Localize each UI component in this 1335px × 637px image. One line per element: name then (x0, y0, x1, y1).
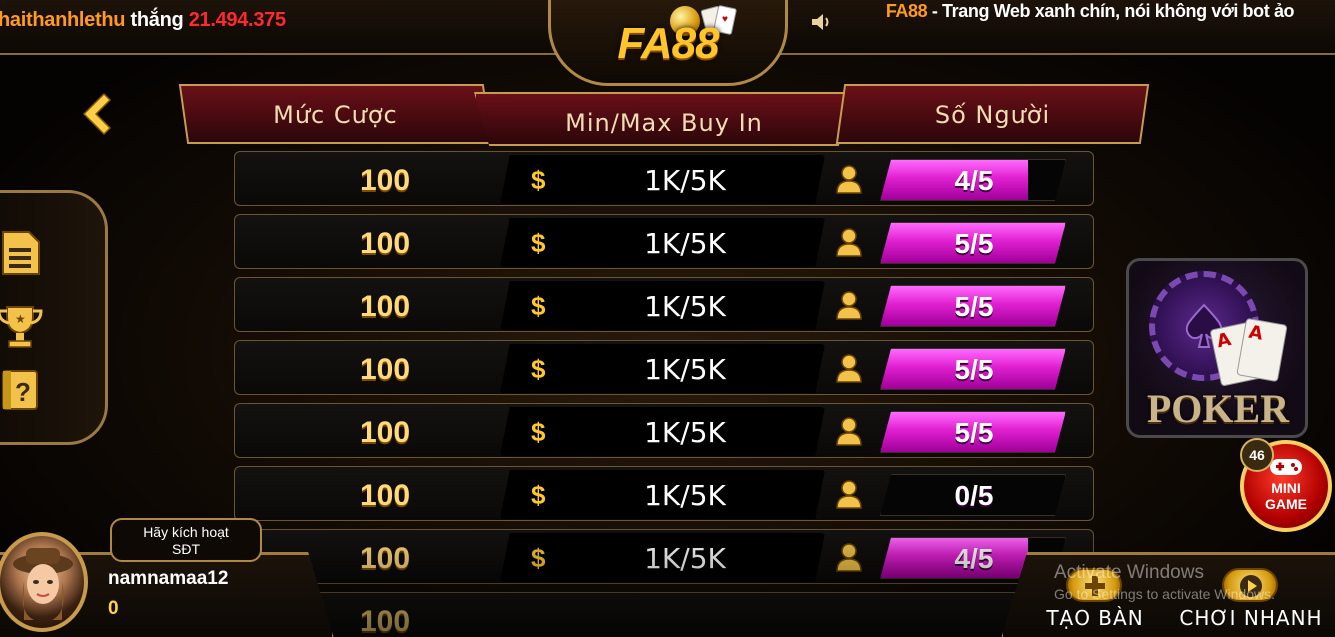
winner-ticker: haithanhlethu thắng 21.494.375 (0, 9, 286, 37)
room-row[interactable]: 100 (234, 592, 1094, 637)
username: namnamaa12 (108, 568, 229, 589)
create-table-button[interactable]: TẠO BÀN (1020, 568, 1170, 634)
trophy-icon[interactable]: ★ (0, 301, 45, 351)
room-row[interactable]: 100 $1K/5K 4/5 (234, 151, 1094, 206)
column-header-bet[interactable]: Mức Cược (178, 84, 493, 144)
room-bet: 100 (359, 605, 411, 637)
document-icon[interactable] (0, 228, 45, 278)
room-bet: 100 (359, 416, 411, 449)
room-buyin: 1K/5K (644, 353, 726, 386)
mini-game-button[interactable]: MINI GAME 46 (1240, 438, 1332, 532)
player-icon (836, 417, 862, 446)
room-row[interactable]: 100 $1K/5K 0/5 (234, 466, 1094, 521)
quick-play-button[interactable]: CHƠI NHANH (1176, 568, 1326, 634)
room-row[interactable]: 100 $1K/5K 5/5 (234, 340, 1094, 395)
winner-amount: 21.494.375 (188, 9, 286, 31)
mini-game-label: MINI GAME (1244, 480, 1328, 512)
room-buyin: 1K/5K (644, 416, 726, 449)
brand-logo[interactable]: FA88 (578, 18, 758, 70)
player-icon (836, 354, 862, 383)
column-header-bet-label: Mức Cược (273, 101, 398, 129)
player-icon (836, 480, 862, 509)
player-icon (836, 165, 862, 194)
room-buyin: 1K/5K (644, 227, 726, 260)
room-row[interactable]: 100 $1K/5K 4/5 (234, 529, 1094, 584)
room-bet: 100 (359, 479, 411, 512)
player-icon (836, 543, 862, 572)
svg-text:?: ? (15, 377, 31, 407)
room-row[interactable]: 100 $1K/5K 5/5 (234, 277, 1094, 332)
room-bet: 100 (359, 353, 411, 386)
user-avatar[interactable] (0, 532, 88, 632)
user-balance: 0 (108, 598, 119, 619)
room-players: 0/5 (954, 480, 994, 511)
room-buyin: 1K/5K (644, 290, 726, 323)
seat-meter: 5/5 (880, 285, 1066, 327)
seat-meter: 4/5 (880, 159, 1066, 201)
winner-username: haithanhlethu (0, 9, 126, 31)
announcement-text: - Trang Web xanh chín, nói không với bot… (927, 1, 1295, 21)
player-icon (836, 228, 862, 257)
seat-meter: 0/5 (880, 474, 1066, 516)
dollar-icon: $ (531, 165, 546, 195)
avatar-portrait (13, 548, 73, 620)
column-header-buyin[interactable]: Min/Max Buy In (474, 92, 854, 146)
room-bet: 100 (359, 164, 411, 197)
svg-text:★: ★ (15, 312, 26, 326)
room-buyin: 1K/5K (644, 164, 726, 197)
dollar-icon: $ (531, 480, 546, 510)
plus-icon (1066, 568, 1122, 602)
column-header-players[interactable]: Số Người (835, 84, 1150, 144)
room-row[interactable]: 100 $1K/5K 5/5 (234, 214, 1094, 269)
dollar-icon: $ (531, 228, 546, 258)
speaker-icon[interactable] (810, 11, 832, 33)
create-table-label: TẠO BÀN (1046, 606, 1144, 630)
dollar-icon: $ (531, 291, 546, 321)
notification-badge: 46 (1240, 438, 1274, 472)
player-icon (836, 291, 862, 320)
mini-game-label-line1: MINI (1271, 480, 1301, 496)
room-buyin: 1K/5K (644, 479, 726, 512)
mini-game-label-line2: GAME (1265, 496, 1307, 512)
side-menu: ★ ? (0, 190, 108, 445)
back-arrow-icon[interactable] (78, 92, 112, 136)
room-players: 5/5 (954, 291, 994, 322)
playing-card-icon: A (1236, 317, 1288, 383)
game-lobby-screen: haithanhlethu thắng 21.494.375 FA88 - Tr… (0, 0, 1335, 637)
quick-play-label: CHƠI NHANH (1179, 606, 1323, 630)
seat-meter: 5/5 (880, 222, 1066, 264)
room-buyin: 1K/5K (644, 542, 726, 575)
help-icon[interactable]: ? (0, 365, 45, 415)
room-row[interactable]: 100 $1K/5K 5/5 (234, 403, 1094, 458)
dollar-icon: $ (531, 543, 546, 573)
play-icon (1222, 568, 1278, 602)
seat-meter: 5/5 (880, 348, 1066, 390)
room-players: 5/5 (954, 354, 994, 385)
poker-game-label: POKER (1146, 386, 1290, 431)
seat-meter: 5/5 (880, 411, 1066, 453)
dollar-icon: $ (531, 417, 546, 447)
announcement-brand: FA88 (885, 1, 928, 21)
activate-phone-line2: SĐT (172, 541, 200, 557)
column-header-players-label: Số Người (934, 101, 1051, 129)
poker-game-tile[interactable]: A A POKER (1126, 258, 1308, 438)
room-bet: 100 (359, 542, 411, 575)
room-bet: 100 (359, 290, 411, 323)
activate-phone-button[interactable]: Hãy kích hoạt SĐT (110, 518, 262, 562)
room-bet: 100 (359, 227, 411, 260)
room-players: 5/5 (954, 417, 994, 448)
activate-phone-line1: Hãy kích hoạt (143, 524, 229, 540)
winner-verb: thắng (130, 9, 184, 31)
dollar-icon: $ (531, 354, 546, 384)
room-players: 5/5 (954, 228, 994, 259)
room-players: 4/5 (954, 165, 994, 196)
announcement-ticker: FA88 - Trang Web xanh chín, nói không vớ… (855, 0, 1325, 48)
column-header-buyin-label: Min/Max Buy In (565, 109, 763, 137)
